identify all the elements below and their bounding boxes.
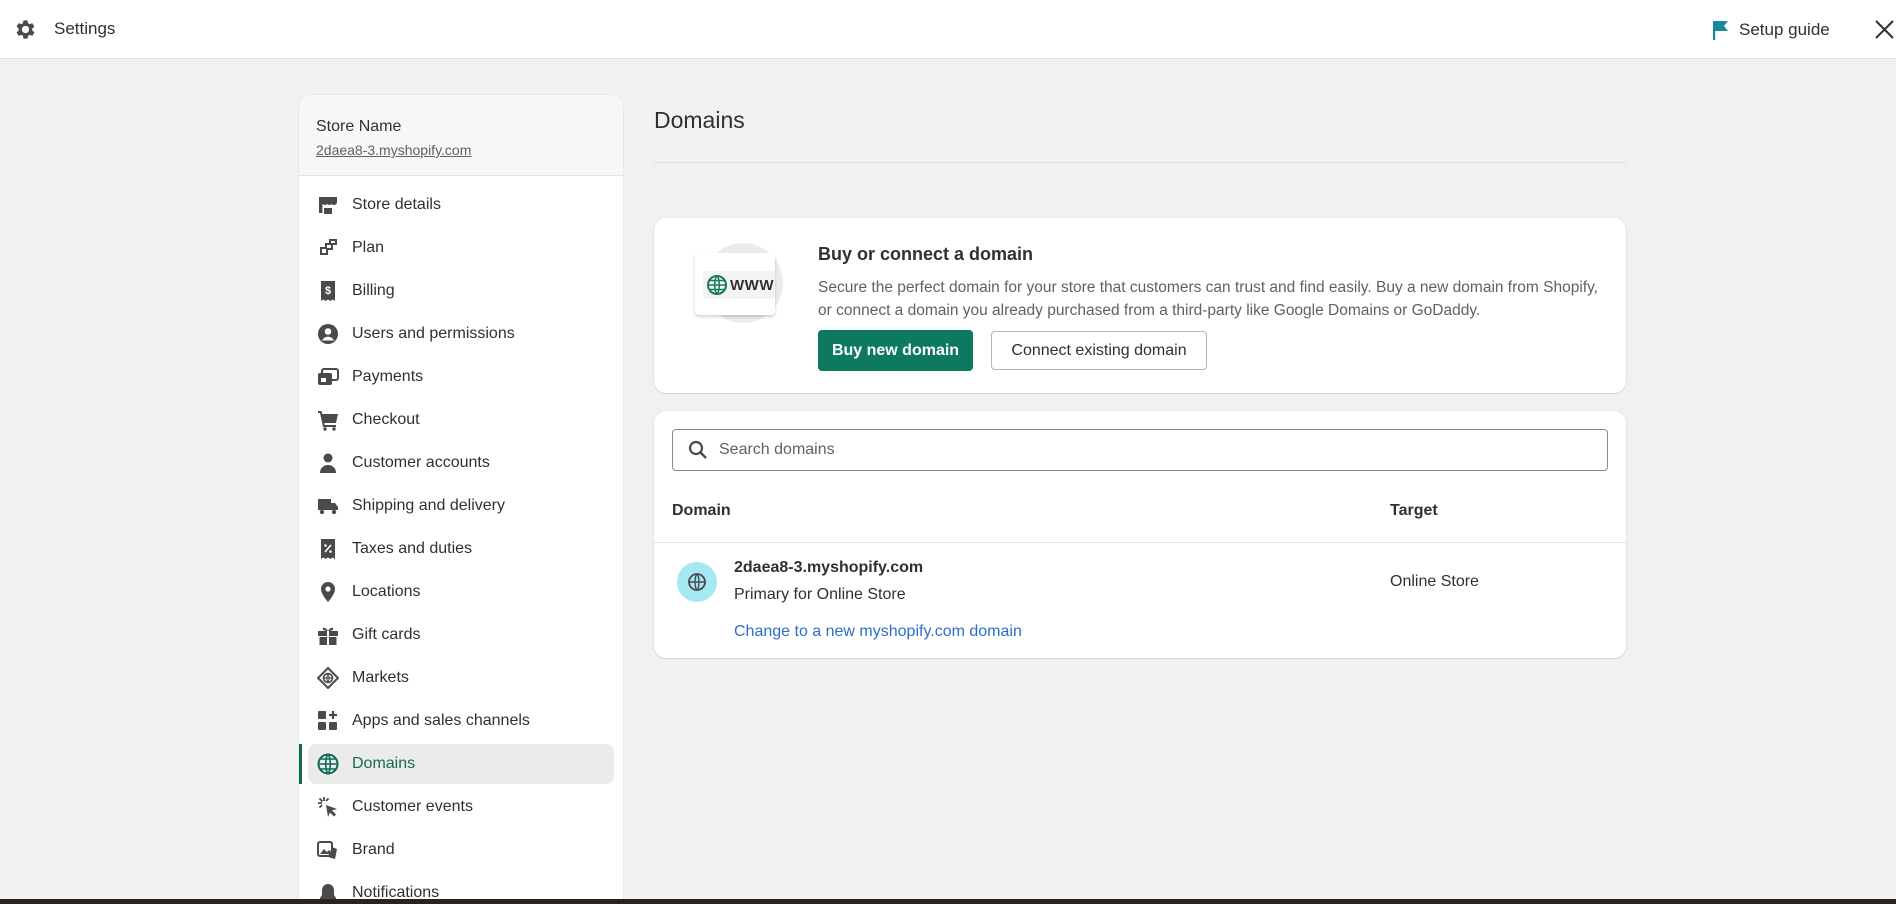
header-divider [654, 542, 1626, 543]
sidebar-item-label: Taxes and duties [352, 540, 473, 557]
page-title: Domains [654, 107, 745, 133]
top-bar: Settings Setup guide [0, 0, 1896, 59]
sidebar-item-billing[interactable]: $ Billing [308, 271, 614, 311]
billing-icon: $ [316, 279, 340, 303]
settings-sidebar: Store Name 2daea8-3.myshopify.com Store … [299, 95, 623, 904]
sidebar-item-label: Checkout [352, 411, 420, 428]
www-label: WWW [730, 276, 774, 294]
flag-icon [1713, 20, 1728, 40]
sidebar-item-label: Customer accounts [352, 454, 490, 471]
sidebar-item-label: Users and permissions [352, 325, 515, 342]
sidebar-item-markets[interactable]: Markets [308, 658, 614, 698]
setup-guide-button[interactable]: Setup guide [1712, 17, 1830, 42]
sidebar-item-label: Plan [352, 239, 385, 256]
sidebar-item-label: Shipping and delivery [352, 497, 505, 514]
sidebar-item-label: Brand [352, 841, 395, 858]
buy-connect-domain-card: WWW Buy or connect a domain Secure the p… [654, 218, 1626, 393]
sidebar-item-users-and-permissions[interactable]: Users and permissions [308, 314, 614, 354]
sidebar-item-label: Payments [352, 368, 424, 385]
title-divider [654, 162, 1626, 163]
store-icon [316, 193, 340, 217]
gift-icon [316, 623, 340, 647]
sidebar-item-payments[interactable]: Payments [308, 357, 614, 397]
markets-globe-icon [316, 666, 340, 690]
setup-guide-label: Setup guide [1739, 19, 1830, 39]
domain-avatar [677, 562, 717, 602]
search-icon [688, 440, 707, 459]
globe-icon [316, 752, 340, 776]
cursor-click-icon [316, 795, 340, 819]
gear-icon [16, 20, 35, 39]
sidebar-item-label: Gift cards [352, 626, 421, 643]
sidebar-item-plan[interactable]: Plan [308, 228, 614, 268]
sidebar-item-taxes-and-duties[interactable]: Taxes and duties [308, 529, 614, 569]
sidebar-item-gift-cards[interactable]: Gift cards [308, 615, 614, 655]
sidebar-item-locations[interactable]: Locations [308, 572, 614, 612]
change-domain-link[interactable]: Change to a new myshopify.com domain [734, 623, 1022, 641]
plan-icon [316, 236, 340, 260]
www-illustration: WWW [695, 243, 783, 325]
sidebar-item-label: Domains [352, 755, 416, 772]
cart-icon [316, 408, 340, 432]
sidebar-item-label: Billing [352, 282, 395, 299]
sidebar-item-shipping-and-delivery[interactable]: Shipping and delivery [308, 486, 614, 526]
apps-icon [316, 709, 340, 733]
domain-subtitle: Primary for Online Store [734, 586, 906, 603]
sidebar-item-label: Apps and sales channels [352, 712, 530, 729]
person-icon [316, 451, 340, 475]
svg-text:$: $ [325, 285, 331, 297]
sidebar-item-checkout[interactable]: Checkout [308, 400, 614, 440]
store-url-link[interactable]: 2daea8-3.myshopify.com [316, 142, 623, 158]
brand-icon [316, 838, 340, 862]
buy-card-title: Buy or connect a domain [818, 244, 1034, 264]
column-header-target: Target [1390, 502, 1438, 519]
bottom-edge [0, 899, 1896, 904]
sidebar-item-label: Store details [352, 196, 441, 213]
domain-target: Online Store [1390, 573, 1479, 590]
payments-icon [316, 365, 340, 389]
globe-icon [688, 573, 706, 591]
globe-icon [707, 275, 727, 295]
close-icon[interactable] [1873, 18, 1896, 41]
domain-name[interactable]: 2daea8-3.myshopify.com [734, 559, 923, 577]
sidebar-item-brand[interactable]: Brand [308, 830, 614, 870]
sidebar-item-customer-accounts[interactable]: Customer accounts [308, 443, 614, 483]
tax-icon [316, 537, 340, 561]
store-header: Store Name 2daea8-3.myshopify.com [299, 95, 623, 176]
sidebar-item-domains[interactable]: Domains [299, 744, 614, 784]
location-pin-icon [316, 580, 340, 604]
connect-existing-domain-button[interactable]: Connect existing domain [991, 331, 1207, 370]
domains-list-card: Domain Target 2daea8-3.myshopify.com Pri… [654, 411, 1626, 658]
sidebar-item-store-details[interactable]: Store details [308, 185, 614, 225]
settings-title: Settings [54, 19, 116, 38]
sidebar-item-apps-and-sales-channels[interactable]: Apps and sales channels [308, 701, 614, 741]
sidebar-item-customer-events[interactable]: Customer events [308, 787, 614, 827]
sidebar-item-label: Locations [352, 583, 421, 600]
buy-new-domain-button[interactable]: Buy new domain [818, 330, 973, 371]
user-circle-icon [316, 322, 340, 346]
store-name: Store Name [316, 118, 402, 135]
column-header-domain: Domain [672, 502, 731, 519]
buy-card-description: Secure the perfect domain for your store… [818, 279, 1598, 319]
settings-nav: Store details Plan $ Billing Users and p… [299, 176, 623, 904]
truck-icon [316, 494, 340, 518]
sidebar-item-label: Customer events [352, 798, 473, 815]
sidebar-item-label: Markets [352, 669, 409, 686]
search-domains-input[interactable] [719, 441, 1599, 459]
search-box [672, 429, 1608, 471]
